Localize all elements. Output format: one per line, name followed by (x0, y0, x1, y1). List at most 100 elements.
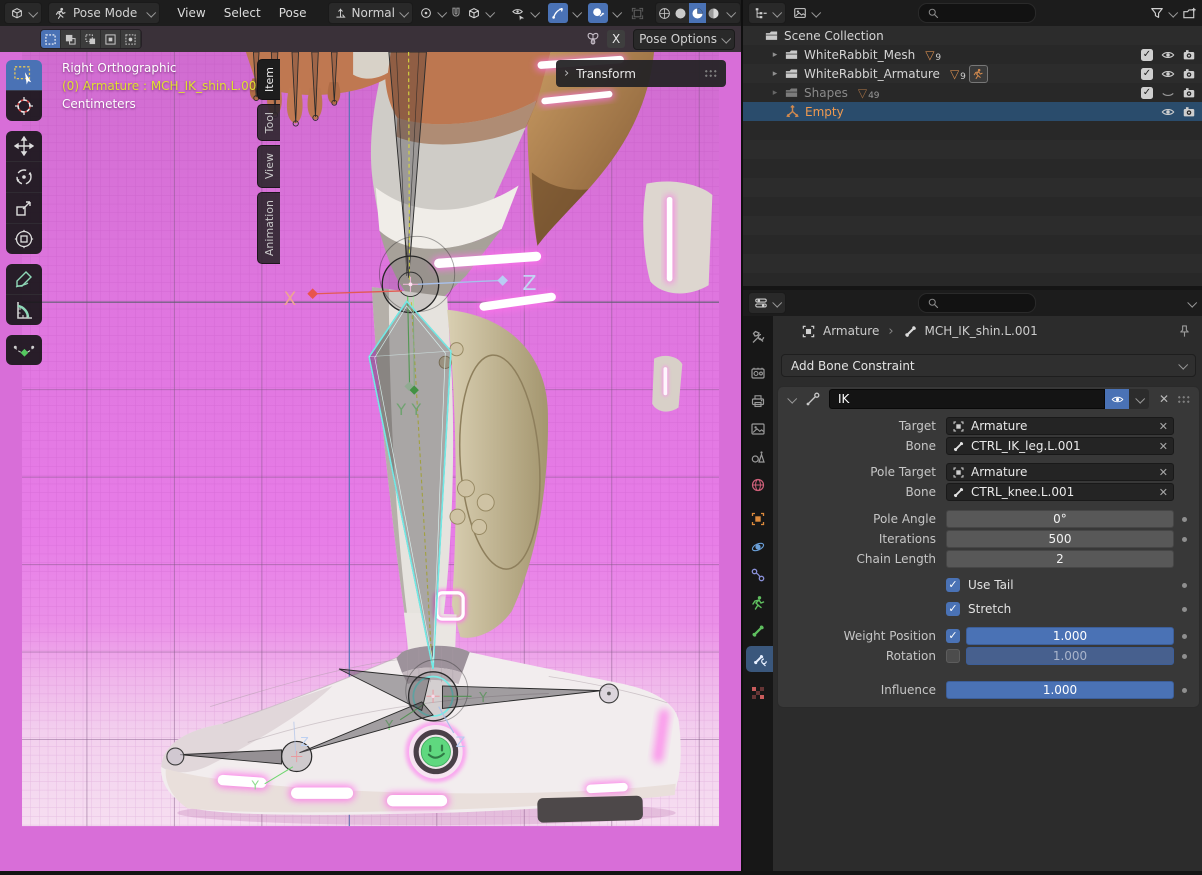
object-type-visibility-dropdown[interactable] (509, 3, 540, 23)
clear-pole-target-button[interactable]: ✕ (1159, 466, 1168, 479)
tool-select-box[interactable] (6, 60, 42, 91)
snap-settings-dropdown[interactable] (465, 3, 495, 23)
select-set-button[interactable] (41, 30, 61, 48)
outliner-row-scene-collection[interactable]: Scene Collection (743, 26, 1202, 45)
influence-slider[interactable]: 1.000 (946, 681, 1174, 699)
shading-rendered-button[interactable] (706, 3, 723, 23)
editor-type-button[interactable] (4, 2, 42, 24)
use-tail-checkbox[interactable]: ✓ (946, 578, 960, 592)
constraint-enable-eye-button[interactable] (1105, 389, 1129, 409)
show-gizmo-toggle[interactable] (546, 3, 582, 23)
tool-pose-breakdowner[interactable] (6, 335, 42, 365)
outliner-display-mode-dropdown[interactable] (790, 3, 822, 23)
tab-scene[interactable] (743, 444, 773, 470)
exclude-checkbox[interactable]: ✓ (1141, 87, 1153, 99)
exclude-checkbox[interactable]: ✓ (1141, 49, 1153, 61)
animate-decorator[interactable] (1182, 537, 1187, 542)
outliner-row-whiterabbit-armature[interactable]: ▸ WhiteRabbit_Armature ▽ 9 ✓ (743, 64, 1202, 83)
tab-render[interactable] (743, 360, 773, 386)
tab-object[interactable] (743, 506, 773, 532)
tab-object-data[interactable] (743, 590, 773, 616)
panel-expand-chevron[interactable]: › (564, 66, 569, 81)
chain-length-slider[interactable]: 2 (946, 550, 1174, 568)
sidebar-tab-tool[interactable]: Tool (257, 104, 280, 141)
tool-annotate[interactable] (6, 264, 42, 295)
pole-target-field[interactable]: Armature ✕ (946, 463, 1174, 481)
tab-world[interactable] (743, 472, 773, 498)
snap-toggle[interactable] (447, 3, 465, 23)
sidebar-tab-item[interactable]: Item (257, 59, 280, 100)
tab-physics[interactable] (743, 534, 773, 560)
clear-target-button[interactable]: ✕ (1159, 420, 1168, 433)
hide-eye-toggle[interactable] (1161, 67, 1175, 81)
outliner-search-input[interactable] (918, 3, 1036, 23)
render-camera-toggle[interactable] (1182, 48, 1196, 62)
outliner-row-whiterabbit-mesh[interactable]: ▸ WhiteRabbit_Mesh ▽ 9 ✓ (743, 45, 1202, 64)
rotation-checkbox[interactable] (946, 649, 960, 663)
animate-decorator[interactable] (1182, 688, 1187, 693)
menu-select[interactable]: Select (215, 6, 270, 20)
new-collection-button[interactable] (1178, 3, 1201, 23)
properties-search-input[interactable] (918, 293, 1036, 313)
clear-pole-bone-button[interactable]: ✕ (1159, 486, 1168, 499)
render-camera-toggle[interactable] (1182, 105, 1196, 119)
pin-icon[interactable] (1177, 324, 1192, 339)
tool-cursor[interactable] (6, 91, 42, 121)
tab-output[interactable] (743, 388, 773, 414)
pole-bone-field[interactable]: CTRL_knee.L.001 ✕ (946, 483, 1174, 501)
tool-rotate[interactable] (6, 162, 42, 193)
show-overlays-toggle[interactable] (586, 3, 622, 23)
clear-bone-button[interactable]: ✕ (1159, 440, 1168, 453)
add-bone-constraint-button[interactable]: Add Bone Constraint (781, 354, 1196, 377)
breadcrumb-bone[interactable]: MCH_IK_shin.L.001 (925, 324, 1038, 338)
properties-options-dropdown[interactable] (1185, 293, 1198, 313)
constraint-delete-button[interactable]: ✕ (1155, 392, 1173, 406)
render-camera-toggle[interactable] (1182, 86, 1196, 100)
panel-collapse-chevron[interactable] (787, 393, 797, 403)
pose-options-dropdown[interactable]: Pose Options (633, 29, 735, 50)
animate-decorator[interactable] (1182, 583, 1187, 588)
tool-measure[interactable] (6, 295, 42, 325)
tab-bone[interactable] (743, 618, 773, 644)
disclosure-triangle[interactable]: ▸ (770, 88, 780, 98)
animate-decorator[interactable] (1182, 607, 1187, 612)
animate-decorator[interactable] (1182, 634, 1187, 639)
pivot-point-dropdown[interactable] (417, 3, 447, 23)
outliner-editor-type-button[interactable] (748, 2, 786, 24)
pole-angle-slider[interactable]: 0° (946, 510, 1174, 528)
constraint-drag-grip[interactable] (1177, 395, 1191, 404)
tab-bone-constraints-active[interactable] (746, 646, 773, 672)
outliner-row-empty-selected[interactable]: Empty (743, 102, 1202, 121)
outliner-filter-dropdown[interactable] (1148, 3, 1178, 23)
hide-eye-toggle[interactable] (1161, 105, 1175, 119)
3d-viewport[interactable]: X Z Y Y (0, 0, 741, 875)
animate-decorator[interactable] (1182, 517, 1187, 522)
select-invert-button[interactable] (101, 30, 121, 48)
shading-solid-button[interactable] (672, 3, 689, 23)
viewport-canvas[interactable]: X Z Y Y (0, 52, 741, 875)
select-extend-button[interactable] (61, 30, 81, 48)
tool-move[interactable] (6, 131, 42, 162)
xray-toggle[interactable] (628, 3, 647, 23)
properties-editor-type-button[interactable] (748, 292, 786, 314)
tab-object-constraints[interactable] (743, 562, 773, 588)
constraint-name-field[interactable]: IK (829, 389, 1105, 409)
hide-eye-toggle[interactable] (1161, 48, 1175, 62)
outliner-row-shapes[interactable]: ▸ Shapes ▽ 49 ✓ (743, 83, 1202, 102)
mirror-x-toggle[interactable]: X (607, 30, 625, 48)
target-field[interactable]: Armature ✕ (946, 417, 1174, 435)
tab-view-layer[interactable] (743, 416, 773, 442)
disclosure-triangle[interactable]: ▸ (770, 50, 780, 60)
tool-scale[interactable] (6, 193, 42, 224)
tab-texture[interactable] (743, 680, 773, 706)
select-intersect-button[interactable] (121, 30, 141, 48)
orientation-dropdown[interactable]: Normal (328, 2, 413, 24)
animate-decorator[interactable] (1182, 654, 1187, 659)
disclosure-triangle[interactable]: ▸ (770, 69, 780, 79)
constraint-extras-dropdown[interactable] (1129, 389, 1149, 409)
menu-pose[interactable]: Pose (270, 6, 316, 20)
bone-field[interactable]: CTRL_IK_leg.L.001 ✕ (946, 437, 1174, 455)
sidebar-tab-animation[interactable]: Animation (257, 192, 280, 264)
tab-tool[interactable] (743, 324, 773, 350)
breadcrumb-object[interactable]: Armature (823, 324, 879, 338)
